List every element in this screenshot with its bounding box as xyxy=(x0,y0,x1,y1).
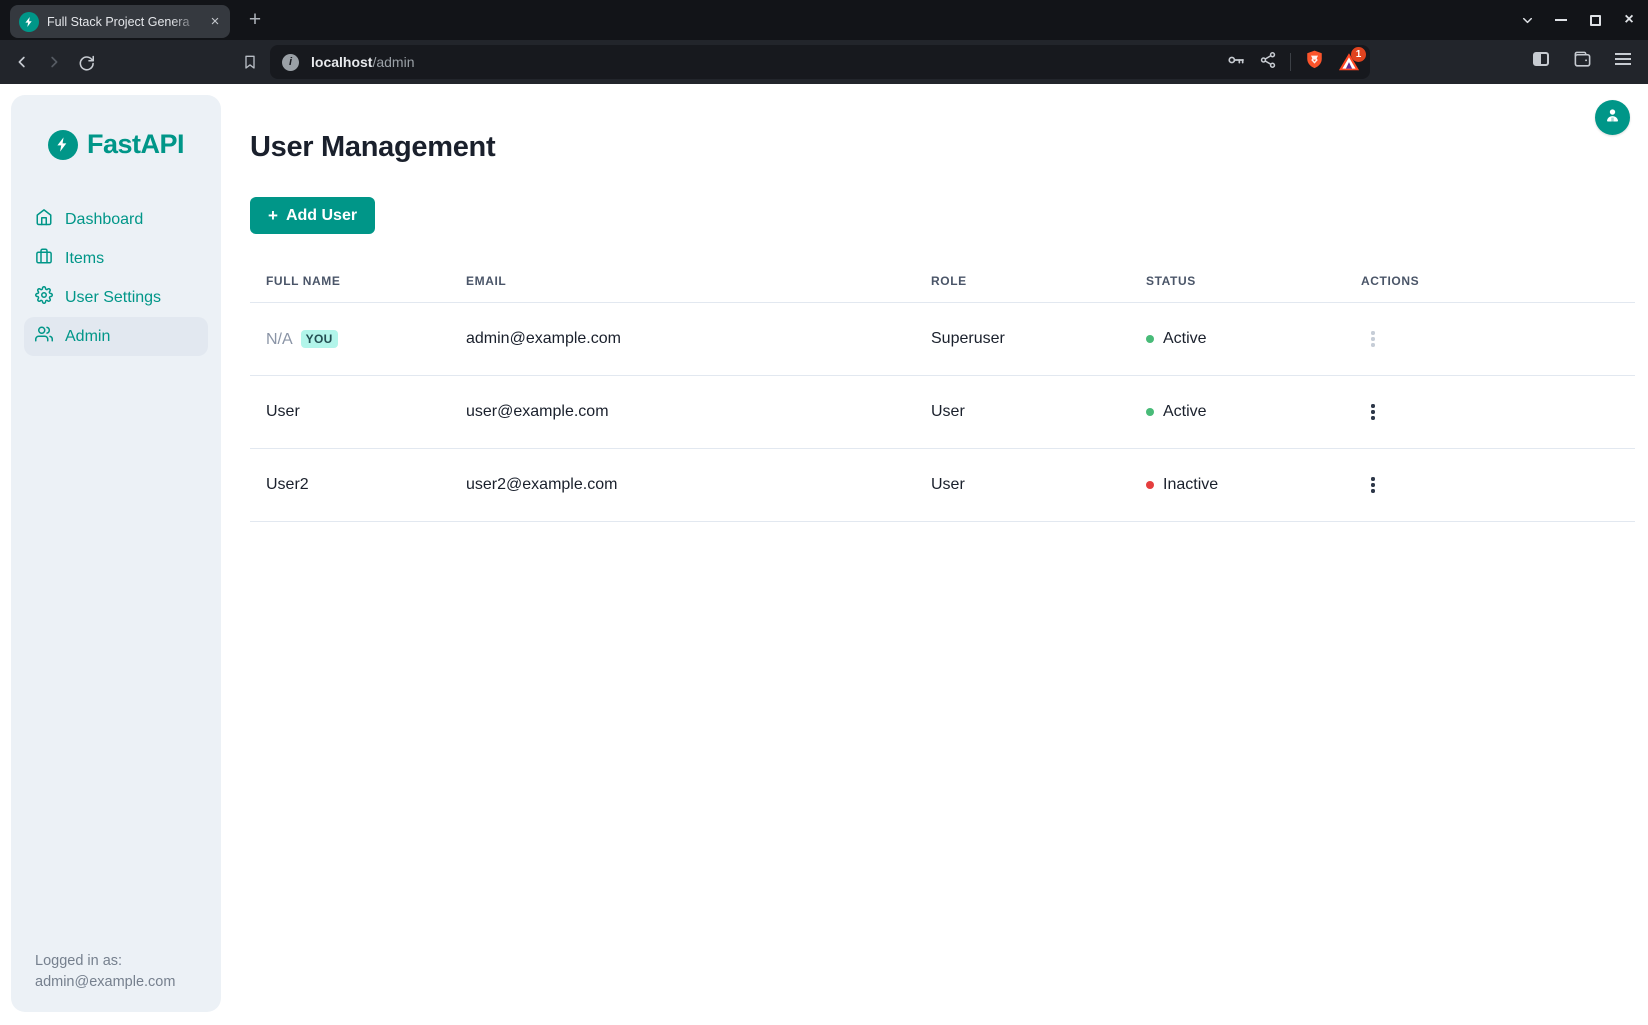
minimize-button[interactable] xyxy=(1552,11,1570,29)
users-icon xyxy=(35,325,53,348)
sidebar-item-label: Items xyxy=(65,250,104,268)
toolbar-divider xyxy=(1290,53,1291,71)
user-avatar-button[interactable] xyxy=(1595,100,1630,135)
fastapi-logo-icon xyxy=(48,130,78,160)
page-title: User Management xyxy=(250,130,1635,164)
status-dot-active xyxy=(1146,335,1154,343)
sidebar-item-label: User Settings xyxy=(65,289,161,307)
brave-shields-icon[interactable] xyxy=(1304,49,1325,75)
new-tab-button[interactable]: + xyxy=(243,8,267,32)
column-header-actions: Actions xyxy=(1345,262,1635,303)
cell-email: user@example.com xyxy=(450,376,915,449)
sidebar-item-label: Dashboard xyxy=(65,211,143,229)
column-header-role: Role xyxy=(915,262,1130,303)
logged-in-label: Logged in as: xyxy=(35,951,175,972)
sidebar-item-dashboard[interactable]: Dashboard xyxy=(24,200,208,239)
browser-window: Full Stack Project Genera × + × i lo xyxy=(0,0,1648,1025)
sidebar-item-items[interactable]: Items xyxy=(24,239,208,278)
briefcase-icon xyxy=(35,247,53,270)
logged-in-footer: Logged in as: admin@example.com xyxy=(35,951,175,993)
table-row: N/A YOU admin@example.com Superuser Activ… xyxy=(250,303,1635,376)
tab-close-icon[interactable]: × xyxy=(206,13,224,31)
status-dot-inactive xyxy=(1146,481,1154,489)
gear-icon xyxy=(35,286,53,309)
table-header-row: Full name Email Role Status Actions xyxy=(250,262,1635,303)
page-content: FastAPI Dashboard Items xyxy=(0,84,1648,1025)
user-icon xyxy=(1603,106,1622,130)
browser-tab[interactable]: Full Stack Project Genera × xyxy=(10,5,230,38)
add-user-label: Add User xyxy=(286,207,357,225)
share-icon[interactable] xyxy=(1259,51,1277,74)
sidebar-item-user-settings[interactable]: User Settings xyxy=(24,278,208,317)
users-table: Full name Email Role Status Actions N/A Y… xyxy=(250,262,1635,522)
sidebar-toggle-icon[interactable] xyxy=(1528,46,1554,72)
sidebar-nav: Dashboard Items User Settings xyxy=(24,200,208,356)
cell-role: User xyxy=(915,449,1130,522)
cell-full-name: User2 xyxy=(250,449,450,522)
cell-role: Superuser xyxy=(915,303,1130,376)
add-user-button[interactable]: + Add User xyxy=(250,197,375,234)
rewards-notification-badge: 1 xyxy=(1351,47,1366,62)
reload-button[interactable] xyxy=(70,46,102,78)
browser-toolbar: i localhost/admin 1 xyxy=(0,40,1648,84)
sidebar-item-admin[interactable]: Admin xyxy=(24,317,208,356)
cell-full-name: User xyxy=(250,376,450,449)
fastapi-logo[interactable]: FastAPI xyxy=(24,129,208,160)
url-host: localhost xyxy=(311,54,372,70)
cell-email: admin@example.com xyxy=(450,303,915,376)
table-row: User2 user2@example.com User Inactive xyxy=(250,449,1635,522)
site-info-icon[interactable]: i xyxy=(282,54,299,71)
brave-rewards-icon[interactable]: 1 xyxy=(1338,51,1360,73)
column-header-email: Email xyxy=(450,262,915,303)
tab-search-chevron-icon[interactable] xyxy=(1518,11,1536,29)
menu-icon[interactable] xyxy=(1610,46,1636,72)
plus-icon: + xyxy=(268,207,278,224)
forward-button[interactable] xyxy=(38,46,70,78)
close-window-button[interactable]: × xyxy=(1620,11,1638,29)
cell-email: user2@example.com xyxy=(450,449,915,522)
sidebar: FastAPI Dashboard Items xyxy=(11,95,221,1012)
fastapi-favicon-icon xyxy=(19,12,39,32)
column-header-full-name: Full name xyxy=(250,262,450,303)
home-icon xyxy=(35,208,53,231)
status-dot-active xyxy=(1146,408,1154,416)
tab-title: Full Stack Project Genera xyxy=(47,15,206,29)
url-path: /admin xyxy=(372,54,414,70)
table-row: User user@example.com User Active xyxy=(250,376,1635,449)
back-button[interactable] xyxy=(6,46,38,78)
you-badge: YOU xyxy=(301,330,338,348)
cell-role: User xyxy=(915,376,1130,449)
bookmark-icon[interactable] xyxy=(234,46,266,78)
sidebar-item-label: Admin xyxy=(65,328,110,346)
cell-status: Active xyxy=(1163,330,1207,348)
wallet-icon[interactable] xyxy=(1569,46,1595,72)
cell-full-name: N/A xyxy=(266,331,293,348)
tab-strip: Full Stack Project Genera × + × xyxy=(0,0,1648,40)
password-key-icon[interactable] xyxy=(1226,50,1246,75)
row-actions-menu-icon[interactable] xyxy=(1361,471,1385,499)
row-actions-menu-icon[interactable] xyxy=(1361,398,1385,426)
logged-in-email: admin@example.com xyxy=(35,972,175,993)
row-actions-menu-icon[interactable] xyxy=(1361,325,1385,353)
main-content: User Management + Add User Full name Ema… xyxy=(221,84,1648,1025)
brand-name: FastAPI xyxy=(87,129,184,160)
column-header-status: Status xyxy=(1130,262,1345,303)
url-bar[interactable]: i localhost/admin 1 xyxy=(270,45,1370,79)
url-text: localhost/admin xyxy=(311,54,1226,70)
maximize-button[interactable] xyxy=(1586,11,1604,29)
cell-status: Active xyxy=(1163,403,1207,421)
cell-status: Inactive xyxy=(1163,476,1218,494)
